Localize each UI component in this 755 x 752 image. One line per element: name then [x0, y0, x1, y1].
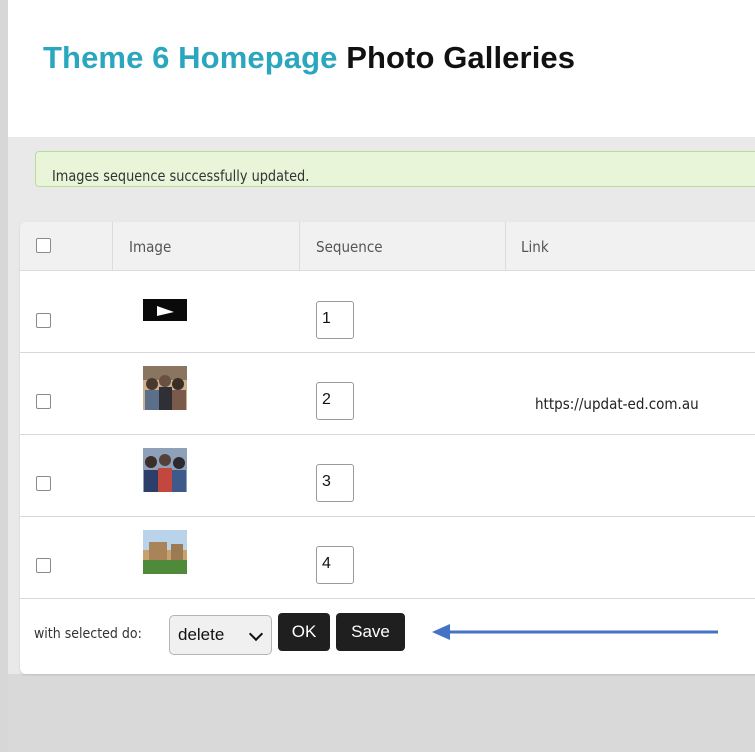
column-divider: [112, 222, 113, 270]
building-photo-thumbnail[interactable]: [143, 530, 187, 574]
row-checkbox[interactable]: [36, 313, 51, 328]
sequence-input[interactable]: 4: [316, 546, 354, 584]
video-play-icon[interactable]: [143, 288, 187, 332]
bulk-action-select[interactable]: delete: [169, 615, 272, 655]
table-row: 2 https://updat-ed.com.au: [20, 352, 755, 435]
success-alert-message: Images sequence successfully updated.: [52, 167, 310, 185]
page-title-theme: Theme 6 Homepage: [43, 40, 338, 75]
bulk-action-value: delete: [178, 625, 225, 644]
group-photo-thumbnail[interactable]: [143, 366, 187, 410]
table-header: Image Sequence Link: [20, 222, 755, 271]
sequence-input[interactable]: 3: [316, 464, 354, 502]
column-divider: [505, 222, 506, 270]
page-title-section: Photo Galleries: [346, 40, 576, 75]
column-header-link[interactable]: Link: [521, 222, 552, 270]
column-header-sequence[interactable]: Sequence: [316, 222, 390, 270]
table-row: 4: [20, 516, 755, 599]
annotation-arrow-icon: [432, 624, 718, 640]
column-divider: [299, 222, 300, 270]
table-row: 1: [20, 270, 755, 353]
link-text[interactable]: https://updat-ed.com.au: [535, 395, 699, 413]
row-checkbox[interactable]: [36, 558, 51, 573]
success-alert: Images sequence successfully updated.: [35, 151, 755, 187]
sequence-input[interactable]: 1: [316, 301, 354, 339]
table-row: 3: [20, 434, 755, 517]
column-header-image[interactable]: Image: [129, 222, 176, 270]
left-sidebar-edge: [0, 0, 8, 752]
crowd-photo-thumbnail[interactable]: [143, 448, 187, 492]
bulk-actions-label: with selected do:: [34, 626, 142, 642]
chevron-down-icon: [248, 626, 264, 642]
gallery-table-panel: Image Sequence Link 1 2 https://updat-ed…: [20, 222, 755, 674]
save-button[interactable]: Save: [336, 613, 405, 651]
row-checkbox[interactable]: [36, 476, 51, 491]
page-title: Theme 6 Homepage Photo Galleries: [43, 40, 575, 76]
ok-button[interactable]: OK: [278, 613, 330, 651]
select-all-checkbox[interactable]: [36, 238, 51, 253]
row-checkbox[interactable]: [36, 394, 51, 409]
content-background-bottom: [8, 674, 755, 752]
sequence-input[interactable]: 2: [316, 382, 354, 420]
